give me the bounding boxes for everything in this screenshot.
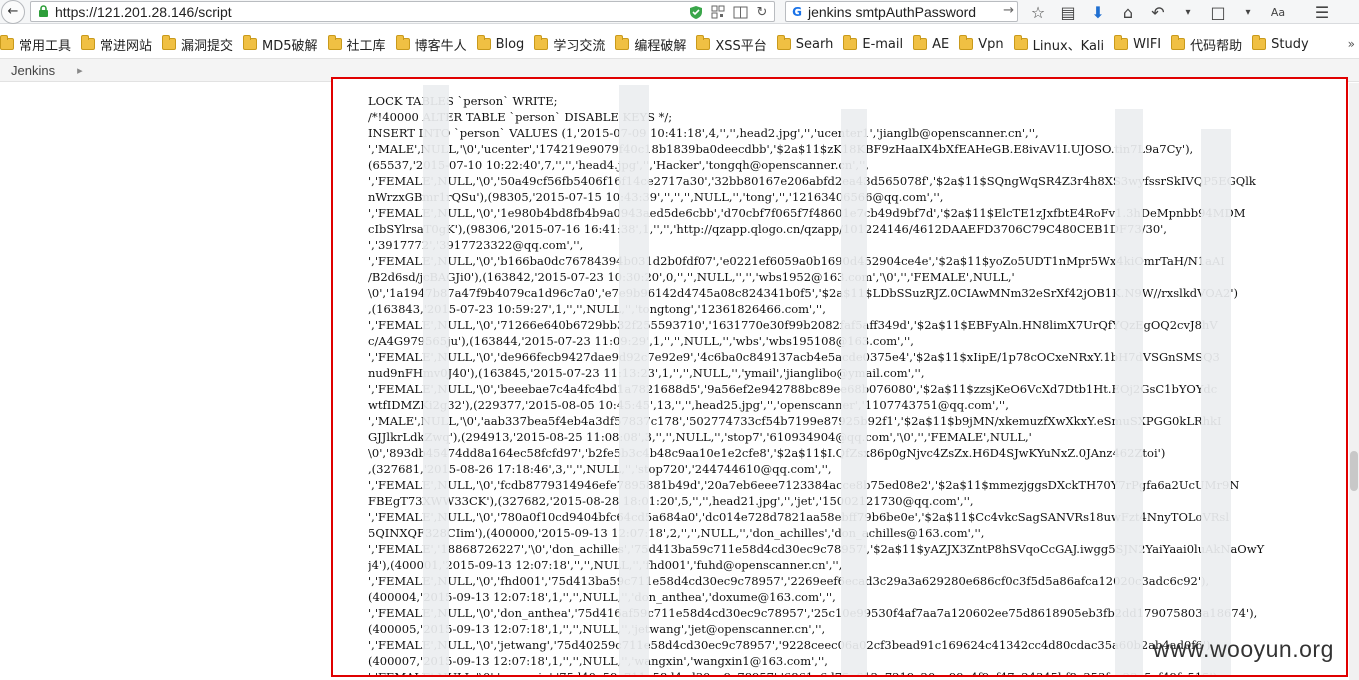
- qr-code-icon[interactable]: [710, 4, 726, 20]
- output-line: LOCK TABLES `person` WRITE;: [368, 94, 558, 108]
- bookmark-folder[interactable]: Blog: [476, 35, 525, 52]
- url-text[interactable]: https://121.201.28.146/script: [55, 4, 232, 20]
- main-content: LOCK TABLES `person` WRITE;/*!40000 ALTE…: [0, 77, 1359, 680]
- vertical-scrollbar[interactable]: [1349, 83, 1359, 680]
- folder-icon: [162, 35, 177, 50]
- translate-icon[interactable]: Aa: [1268, 2, 1288, 22]
- bookmark-label: XSS平台: [715, 38, 767, 54]
- bookmark-folder[interactable]: MD5破解: [243, 35, 318, 54]
- folder-icon: [1114, 35, 1129, 50]
- breadcrumb-chevron-icon[interactable]: ▸: [77, 64, 83, 77]
- bookmark-label: WIFI: [1133, 36, 1162, 52]
- bookmark-label: Vpn: [978, 36, 1004, 52]
- bookmark-star-icon[interactable]: ☆: [1028, 2, 1048, 22]
- redaction-overlay: [423, 85, 449, 675]
- folder-icon: [615, 35, 630, 50]
- menu-icon[interactable]: ☰: [1312, 2, 1332, 22]
- bookmark-folder[interactable]: 常用工具: [0, 35, 71, 54]
- shield-icon[interactable]: [688, 4, 704, 20]
- reading-list-icon[interactable]: ▤: [1058, 2, 1078, 22]
- folder-icon: [696, 35, 711, 50]
- folder-icon: [843, 35, 858, 50]
- bookmark-label: Linux、Kali: [1032, 38, 1105, 54]
- folder-icon: [476, 35, 491, 50]
- bookmark-label: 社工库: [346, 38, 386, 54]
- bookmark-label: 代码帮助: [1190, 38, 1243, 54]
- bookmark-folder[interactable]: Vpn: [959, 35, 1004, 52]
- bookmark-folder[interactable]: 学习交流: [534, 35, 605, 54]
- search-go-icon[interactable]: →: [1003, 3, 1014, 18]
- breadcrumb-jenkins[interactable]: Jenkins: [11, 63, 55, 78]
- download-icon[interactable]: ⬇: [1088, 2, 1108, 22]
- bookmarks-bar: 常用工具 常进网站 漏洞提交 MD5破解 社工库 博客牛人 Blog 学习交流 …: [0, 31, 1359, 57]
- folder-icon: [327, 35, 342, 50]
- bookmark-label: MD5破解: [262, 38, 318, 54]
- bookmark-folder[interactable]: 代码帮助: [1171, 35, 1242, 54]
- bookmark-folder[interactable]: E-mail: [843, 35, 904, 52]
- home-icon[interactable]: ⌂: [1118, 2, 1138, 22]
- folder-icon: [0, 35, 14, 50]
- redaction-overlay: [1115, 109, 1143, 675]
- bookmark-label: 漏洞提交: [181, 38, 234, 54]
- bookmark-folder[interactable]: Searh: [776, 35, 834, 52]
- bookmark-folder[interactable]: 社工库: [327, 35, 386, 54]
- search-bar[interactable]: G jenkins smtpAuthPassword →: [785, 1, 1018, 22]
- folder-icon: [534, 35, 549, 50]
- bookmark-folder[interactable]: Linux、Kali: [1013, 35, 1105, 54]
- navigation-toolbar: ← https://121.201.28.146/script ↻ G jenk…: [0, 0, 1359, 24]
- history-back-icon[interactable]: ↶: [1148, 2, 1168, 22]
- bookmark-folder[interactable]: AE: [913, 35, 950, 52]
- redaction-overlay: [841, 109, 867, 675]
- reload-icon[interactable]: ↻: [754, 4, 770, 20]
- url-bar-icons: ↻: [688, 3, 770, 21]
- browser-toolbar-icons: ☆ ▤ ⬇ ⌂ ↶ ▾ □ ▾ Aa ☰: [1028, 0, 1332, 24]
- folder-icon: [913, 35, 928, 50]
- bookmark-label: E-mail: [862, 36, 904, 52]
- crop-icon[interactable]: □: [1208, 2, 1228, 22]
- watermark: www.wooyun.org: [1153, 636, 1334, 662]
- bookmark-label: Study: [1271, 36, 1309, 52]
- bookmark-label: 编程破解: [634, 38, 687, 54]
- folder-icon: [243, 35, 258, 50]
- bookmark-label: Blog: [495, 36, 525, 52]
- folder-icon: [395, 35, 410, 50]
- bookmark-folder[interactable]: Study: [1252, 35, 1309, 52]
- folder-icon: [959, 35, 974, 50]
- bookmark-folder[interactable]: 博客牛人: [395, 35, 467, 54]
- redaction-overlay: [619, 85, 649, 675]
- search-engine-icon[interactable]: G: [786, 5, 808, 19]
- bookmark-label: 常用工具: [19, 38, 72, 54]
- bookmark-label: 博客牛人: [414, 38, 467, 54]
- lock-icon: [31, 5, 55, 18]
- folder-icon: [1252, 35, 1267, 50]
- bookmark-label: 常进网站: [100, 38, 153, 54]
- redaction-overlay: [1201, 129, 1231, 675]
- bookmark-label: AE: [932, 36, 950, 52]
- url-bar[interactable]: https://121.201.28.146/script ↻: [30, 1, 775, 22]
- chevron-double-right-icon[interactable]: »: [1348, 37, 1355, 51]
- bookmark-folder[interactable]: 漏洞提交: [162, 35, 233, 54]
- script-output-panel: LOCK TABLES `person` WRITE;/*!40000 ALTE…: [331, 77, 1348, 677]
- dropdown-icon-2[interactable]: ▾: [1238, 2, 1258, 22]
- scrollbar-thumb[interactable]: [1350, 451, 1358, 491]
- bookmark-folder[interactable]: XSS平台: [696, 35, 767, 54]
- folder-icon: [1013, 35, 1028, 50]
- bookmark-folder[interactable]: 编程破解: [615, 35, 686, 54]
- folder-icon: [776, 35, 791, 50]
- search-query[interactable]: jenkins smtpAuthPassword: [808, 4, 976, 20]
- arrow-left-icon: ←: [7, 4, 19, 19]
- bookmark-label: 学习交流: [553, 38, 606, 54]
- bookmark-label: Searh: [795, 36, 834, 52]
- back-button[interactable]: ←: [1, 0, 25, 24]
- bookmark-folder[interactable]: WIFI: [1114, 35, 1162, 52]
- browser-window: ← https://121.201.28.146/script ↻ G jenk…: [0, 0, 1359, 680]
- dropdown-icon[interactable]: ▾: [1178, 2, 1198, 22]
- folder-icon: [1171, 35, 1186, 50]
- reader-view-icon[interactable]: [732, 4, 748, 20]
- bookmark-folder[interactable]: 常进网站: [81, 35, 152, 54]
- folder-icon: [81, 35, 96, 50]
